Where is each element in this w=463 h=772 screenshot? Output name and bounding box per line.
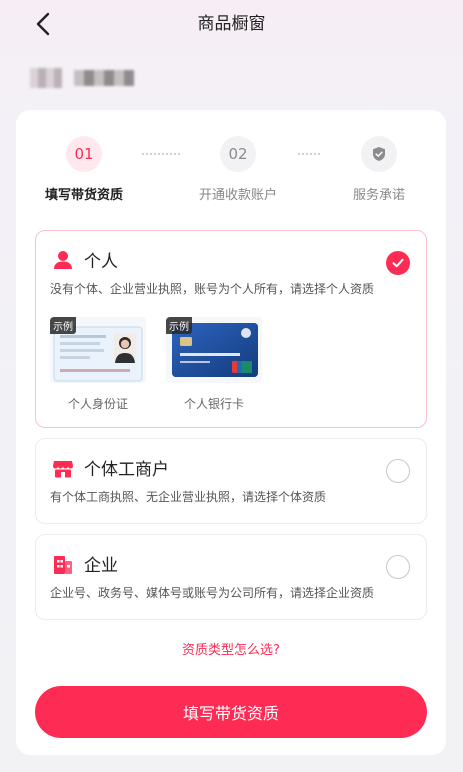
person-icon bbox=[52, 249, 74, 271]
step-3: 服务承诺 bbox=[319, 136, 439, 203]
option-individual-business[interactable]: 个体工商户 有个体工商执照、无企业营业执照，请选择个体资质 bbox=[35, 438, 427, 524]
option-personal-radio[interactable] bbox=[386, 251, 410, 275]
shop-icon bbox=[52, 457, 74, 479]
top-bar: 商品橱窗 bbox=[0, 0, 463, 44]
option-individual-business-title: 个体工商户 bbox=[84, 460, 169, 480]
step-3-icon bbox=[361, 136, 397, 172]
option-enterprise-radio[interactable] bbox=[386, 555, 410, 579]
sample-tag: 示例 bbox=[50, 317, 76, 334]
step-2: 02 开通收款账户 bbox=[178, 136, 298, 203]
step-2-number: 02 bbox=[220, 136, 256, 172]
sample-tag: 示例 bbox=[166, 317, 192, 334]
id-card-image: 示例 bbox=[50, 317, 146, 383]
sample-bank-card[interactable]: 示例 个人银行卡 bbox=[166, 317, 262, 412]
step-3-label: 服务承诺 bbox=[352, 188, 405, 203]
qualification-card: 01 填写带货资质 02 开通收款账户 服务承诺 个人 没有个体、企业营业执照，… bbox=[16, 110, 446, 755]
sample-id-card-caption: 个人身份证 bbox=[67, 397, 128, 411]
page-title: 商品橱窗 bbox=[197, 14, 266, 34]
option-personal-header: 个人 bbox=[52, 247, 118, 272]
step-connector bbox=[142, 153, 180, 155]
option-enterprise-header: 企业 bbox=[52, 551, 118, 576]
account-info bbox=[30, 68, 134, 88]
option-individual-business-radio[interactable] bbox=[386, 459, 410, 483]
option-personal-desc: 没有个体、企业营业执照，账号为个人所有，请选择个人资质 bbox=[50, 282, 375, 296]
step-1-number: 01 bbox=[66, 136, 102, 172]
option-enterprise[interactable]: 企业 企业号、政务号、媒体号或账号为公司所有，请选择企业资质 bbox=[35, 534, 427, 620]
step-1-label: 填写带货资质 bbox=[44, 188, 123, 203]
option-enterprise-desc: 企业号、政务号、媒体号或账号为公司所有，请选择企业资质 bbox=[50, 586, 375, 600]
sample-id-card[interactable]: 示例 个人身份证 bbox=[50, 317, 146, 412]
step-2-label: 开通收款账户 bbox=[198, 188, 277, 203]
sample-bank-card-caption: 个人银行卡 bbox=[183, 397, 244, 411]
check-icon bbox=[392, 258, 404, 268]
submit-button[interactable]: 填写带货资质 bbox=[35, 686, 427, 738]
option-individual-business-desc: 有个体工商执照、无企业营业执照，请选择个体资质 bbox=[50, 490, 327, 504]
shield-check-icon bbox=[373, 147, 385, 161]
building-icon bbox=[52, 553, 74, 575]
progress-steps: 01 填写带货资质 02 开通收款账户 服务承诺 bbox=[16, 136, 446, 206]
option-individual-business-header: 个体工商户 bbox=[52, 455, 169, 480]
option-personal-title: 个人 bbox=[84, 252, 118, 272]
step-1: 01 填写带货资质 bbox=[24, 136, 144, 203]
bank-card-image: 示例 bbox=[166, 317, 262, 383]
option-personal[interactable]: 个人 没有个体、企业营业执照，账号为个人所有，请选择个人资质 示例 个人身份证 … bbox=[35, 230, 427, 428]
step-connector bbox=[298, 153, 320, 155]
option-enterprise-title: 企业 bbox=[84, 556, 118, 576]
qualification-help-link[interactable]: 资质类型怎么选? bbox=[16, 639, 446, 658]
account-name-redacted bbox=[74, 70, 134, 86]
avatar bbox=[30, 68, 62, 88]
